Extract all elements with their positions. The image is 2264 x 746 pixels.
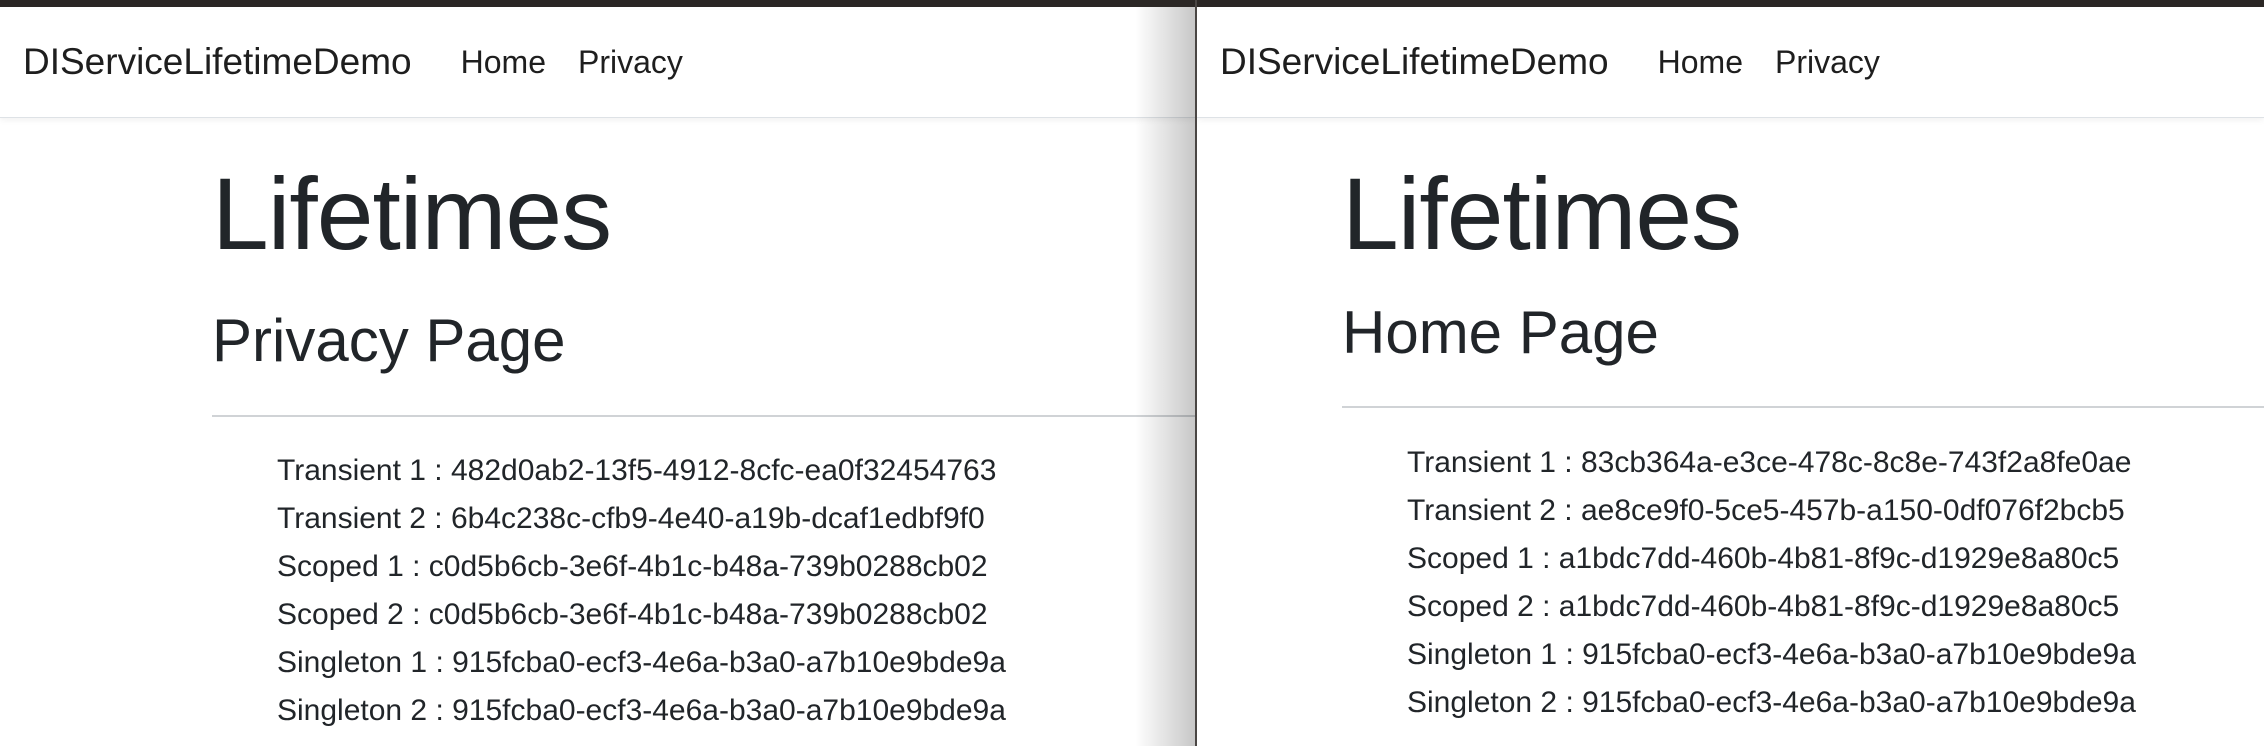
horizontal-rule [1342, 406, 2264, 408]
page-heading: Privacy Page [212, 307, 566, 374]
lifetime-list: Transient 1 : 83cb364a-e3ce-478c-8c8e-74… [1407, 439, 2136, 727]
list-item: Transient 2 : 6b4c238c-cfb9-4e40-a19b-dc… [277, 502, 985, 535]
list-item: Singleton 2 : 915fcba0-ecf3-4e6a-b3a0-a7… [1407, 686, 2136, 719]
lifetime-list: Transient 1 : 482d0ab2-13f5-4912-8cfc-ea… [277, 447, 1006, 735]
nav-link-home[interactable]: Home [461, 44, 546, 81]
list-item: Singleton 1 : 915fcba0-ecf3-4e6a-b3a0-a7… [1407, 638, 2136, 671]
nav-link-home[interactable]: Home [1658, 44, 1743, 81]
page-heading: Home Page [1342, 299, 1659, 366]
browser-window-home: DIServiceLifetimeDemo Home Privacy Lifet… [1197, 7, 2264, 746]
list-item: Transient 1 : 83cb364a-e3ce-478c-8c8e-74… [1407, 446, 2132, 479]
navbar-brand[interactable]: DIServiceLifetimeDemo [1220, 41, 1609, 83]
list-item: Transient 2 : ae8ce9f0-5ce5-457b-a150-0d… [1407, 494, 2125, 527]
browser-window-privacy: DIServiceLifetimeDemo Home Privacy Lifet… [0, 7, 1195, 746]
list-item: Singleton 2 : 915fcba0-ecf3-4e6a-b3a0-a7… [277, 694, 1006, 727]
navbar-brand[interactable]: DIServiceLifetimeDemo [23, 41, 412, 83]
list-item: Singleton 1 : 915fcba0-ecf3-4e6a-b3a0-a7… [277, 646, 1006, 679]
nav-link-privacy[interactable]: Privacy [1775, 44, 1880, 81]
list-item: Transient 1 : 482d0ab2-13f5-4912-8cfc-ea… [277, 454, 997, 487]
list-item: Scoped 2 : c0d5b6cb-3e6f-4b1c-b48a-739b0… [277, 598, 988, 631]
page-title: Lifetimes [1342, 157, 1742, 271]
list-item: Scoped 1 : c0d5b6cb-3e6f-4b1c-b48a-739b0… [277, 550, 988, 583]
page-title: Lifetimes [212, 157, 612, 271]
horizontal-rule [212, 415, 1195, 417]
nav-link-privacy[interactable]: Privacy [578, 44, 683, 81]
navbar: DIServiceLifetimeDemo Home Privacy [1197, 7, 2264, 118]
list-item: Scoped 1 : a1bdc7dd-460b-4b81-8f9c-d1929… [1407, 542, 2120, 575]
navbar: DIServiceLifetimeDemo Home Privacy [0, 7, 1195, 118]
list-item: Scoped 2 : a1bdc7dd-460b-4b81-8f9c-d1929… [1407, 590, 2120, 623]
